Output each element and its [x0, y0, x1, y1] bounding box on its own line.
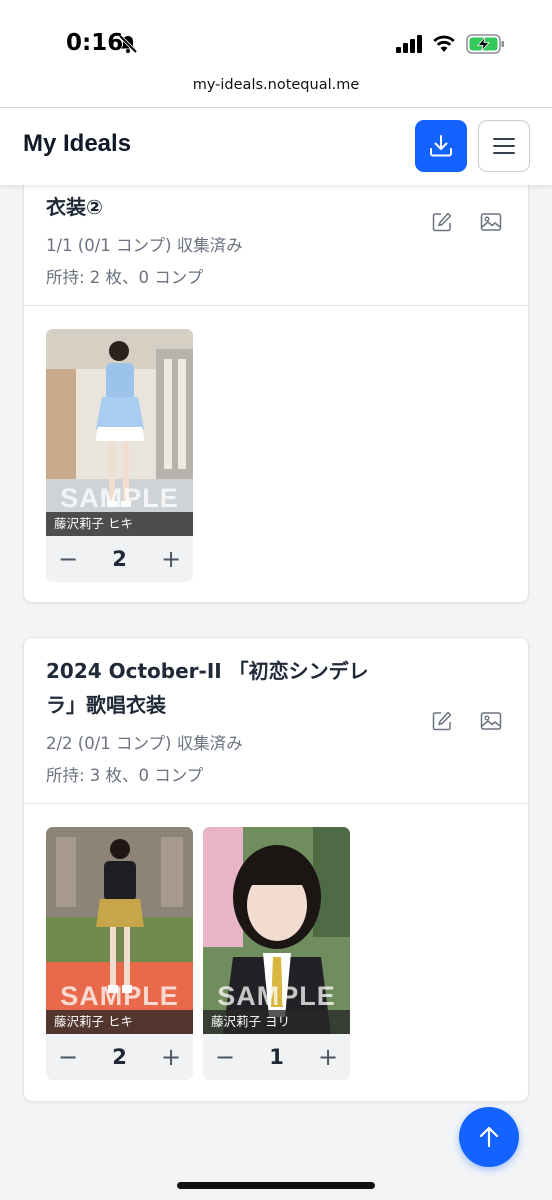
app-header: My Ideals [0, 108, 552, 185]
download-button[interactable] [415, 120, 467, 172]
hamburger-menu-icon [493, 138, 515, 154]
photo-caption: 藤沢莉子 ヒキ [46, 512, 193, 536]
decrement-button[interactable]: − [215, 1043, 235, 1071]
collected-status: 2/2 (0/1 コンプ) 収集済み [46, 734, 243, 753]
sample-watermark: SAMPLE [217, 981, 336, 1011]
increment-button[interactable]: + [161, 1043, 181, 1071]
browser-url[interactable]: my-ideals.notequal.me [0, 77, 552, 93]
download-icon [430, 135, 452, 157]
quantity-stepper: − 2 + [46, 536, 193, 582]
pencil-icon[interactable] [431, 211, 453, 233]
battery-charging-icon [466, 34, 504, 54]
quantity-stepper: − 2 + [46, 1034, 193, 1080]
pencil-icon[interactable] [431, 710, 453, 732]
status-time: 0:16 [66, 30, 124, 56]
sample-watermark: SAMPLE [60, 483, 179, 513]
scroll-to-top-button[interactable] [459, 1107, 519, 1167]
decrement-button[interactable]: − [58, 1043, 78, 1071]
photo-caption: 藤沢莉子 ヒキ [46, 1010, 193, 1034]
quantity-value: 1 [269, 1045, 284, 1069]
collection-card: 衣装② 1/1 (0/1 コンプ) 収集済み 所持: 2 枚、0 コンプ SAM… [23, 160, 529, 603]
quantity-value: 2 [112, 1045, 127, 1069]
increment-button[interactable]: + [318, 1043, 338, 1071]
image-icon[interactable] [480, 711, 502, 731]
quantity-value: 2 [112, 547, 127, 571]
photo-card[interactable]: SAMPLE 藤沢莉子 ヒキ − 2 + [46, 827, 193, 1080]
menu-button[interactable] [478, 120, 530, 172]
page-title: My Ideals [23, 130, 132, 157]
card-header: 2024 October-II 「初恋シンデレ ラ」歌唱衣装 2/2 (0/1 … [24, 638, 528, 804]
owned-count: 所持: 3 枚、0 コンプ [46, 766, 204, 785]
collected-status: 1/1 (0/1 コンプ) 収集済み [46, 236, 243, 255]
image-icon[interactable] [480, 212, 502, 232]
card-title: 2024 October-II 「初恋シンデレ [46, 659, 369, 683]
card-title: 衣装② [46, 195, 103, 219]
owned-count: 所持: 2 枚、0 コンプ [46, 268, 204, 287]
quantity-stepper: − 1 + [203, 1034, 350, 1080]
photo-caption: 藤沢莉子 ヨリ [203, 1010, 350, 1034]
arrow-up-icon [479, 1126, 499, 1148]
decrement-button[interactable]: − [58, 545, 78, 573]
card-title-continued: ラ」歌唱衣装 [46, 693, 166, 717]
bell-off-icon [118, 34, 138, 54]
cellular-signal-icon [396, 35, 422, 53]
photo-card[interactable]: SAMPLE 藤沢莉子 ヒキ − 2 + [46, 329, 193, 582]
wifi-icon [433, 35, 455, 52]
sample-watermark: SAMPLE [60, 981, 179, 1011]
increment-button[interactable]: + [161, 545, 181, 573]
collection-card: 2024 October-II 「初恋シンデレ ラ」歌唱衣装 2/2 (0/1 … [23, 637, 529, 1102]
home-indicator[interactable] [177, 1182, 375, 1189]
photo-card[interactable]: SAMPLE 藤沢莉子 ヨリ − 1 + [203, 827, 350, 1080]
status-bar: 0:16 my-ideals.notequal.me [0, 0, 552, 108]
